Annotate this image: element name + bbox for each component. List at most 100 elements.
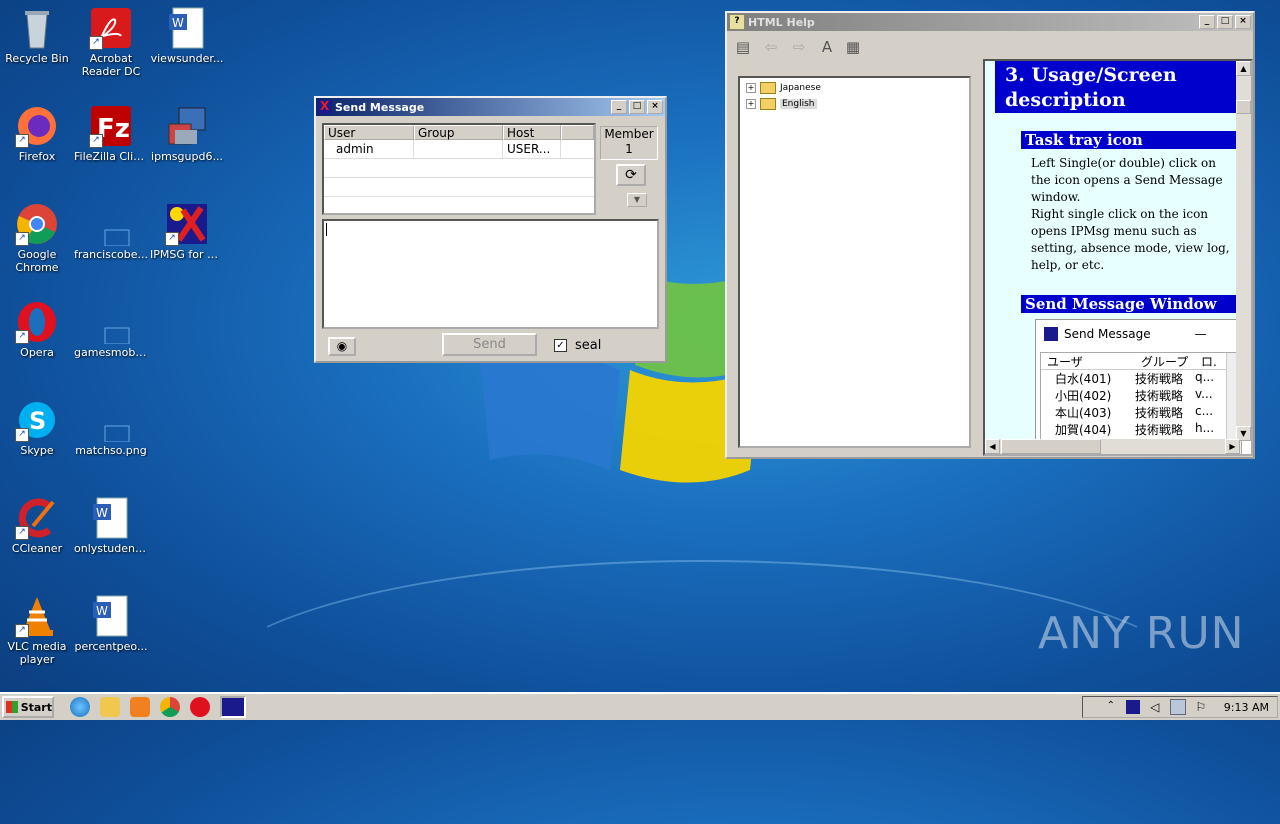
- shortcut-arrow-icon: ↗: [15, 232, 29, 246]
- desktop-icon-opera[interactable]: ↗ Opera: [0, 300, 74, 359]
- ccleaner-icon: ↗: [15, 496, 59, 540]
- acrobat-icon: ↗: [89, 6, 133, 50]
- maximize-button[interactable]: □: [1217, 15, 1233, 29]
- cell-host: USER...: [503, 140, 561, 158]
- chrome-icon[interactable]: [160, 697, 180, 717]
- tree-item-english[interactable]: + English: [740, 96, 969, 112]
- ipmsg-tray-icon[interactable]: [1125, 700, 1140, 714]
- hide-pane-icon[interactable]: ▤: [733, 38, 753, 56]
- horizontal-scrollbar[interactable]: ◀ ▶: [985, 439, 1240, 454]
- desktop-icon-ipmsg[interactable]: ↗ IPMSG for Win: [150, 202, 224, 261]
- embedded-header: ユーザ グループ ロ.: [1041, 353, 1241, 370]
- column-header-user[interactable]: User: [324, 125, 414, 140]
- desktop-icon-label: FileZilla Client: [74, 150, 148, 163]
- minimize-button[interactable]: _: [611, 100, 627, 114]
- embedded-cell: h...: [1195, 421, 1215, 435]
- seal-checkbox[interactable]: ✓ seal: [554, 338, 601, 353]
- html-help-titlebar[interactable]: ? HTML Help _ □ ×: [727, 13, 1253, 31]
- internet-explorer-icon[interactable]: [70, 697, 90, 717]
- scroll-thumb[interactable]: [1236, 100, 1251, 114]
- ipmsg-taskbar-button[interactable]: [220, 696, 246, 718]
- scroll-right-button[interactable]: ▶: [1225, 439, 1240, 454]
- topic-content[interactable]: 3. Usage/Screen description Task tray ic…: [983, 59, 1253, 456]
- folder-icon: [760, 98, 776, 110]
- expand-plus-icon[interactable]: +: [746, 99, 756, 109]
- scroll-up-button[interactable]: ▲: [1236, 61, 1251, 76]
- tree-item-japanese[interactable]: + Japanese: [740, 80, 969, 96]
- contents-tree[interactable]: + Japanese + English: [738, 76, 971, 448]
- start-label: Start: [20, 700, 52, 714]
- send-message-window[interactable]: X Send Message _ □ × User Group Host adm…: [314, 96, 667, 363]
- desktop-icon-onlystudent[interactable]: W onlystudent...: [74, 496, 148, 555]
- desktop-icon-vlc[interactable]: ↗ VLC media player: [0, 594, 74, 666]
- desktop-icon-firefox[interactable]: ↗ Firefox: [0, 104, 74, 163]
- desktop-icon-chrome[interactable]: ↗ Google Chrome: [0, 202, 74, 274]
- embedded-cell: 技術戦略: [1135, 423, 1184, 437]
- clock[interactable]: 9:13 AM: [1224, 701, 1269, 714]
- desktop-icon-gamesmobil[interactable]: gamesmobil...: [74, 300, 148, 359]
- svg-text:S: S: [29, 407, 46, 435]
- desktop-icon-skype[interactable]: S ↗ Skype: [0, 398, 74, 457]
- column-header-group[interactable]: Group: [414, 125, 503, 140]
- user-list[interactable]: User Group Host admin USER...: [322, 123, 596, 215]
- watermark-text: ANY RUN: [1038, 608, 1245, 659]
- desktop-icon-filezilla[interactable]: Fz ↗ FileZilla Client: [74, 104, 148, 163]
- desktop-icon-label: Acrobat Reader DC: [81, 52, 141, 78]
- forward-arrow-icon[interactable]: ⇨: [789, 38, 809, 56]
- column-header-host[interactable]: Host: [503, 125, 561, 140]
- capture-button[interactable]: ◉: [328, 337, 356, 356]
- volume-icon[interactable]: ◁: [1148, 700, 1162, 714]
- embedded-row: 本山(403) 技術戦略 c...: [1041, 404, 1241, 421]
- send-button[interactable]: Send: [442, 333, 537, 356]
- close-button[interactable]: ×: [1235, 15, 1251, 29]
- desktop-icon-recycle-bin[interactable]: Recycle Bin: [0, 6, 74, 65]
- html-help-window[interactable]: ? HTML Help _ □ × ▤ ⇦ ⇨ A ▦ + Japanese +…: [725, 11, 1255, 459]
- back-arrow-icon[interactable]: ⇦: [761, 38, 781, 56]
- desktop-icon-label: Skype: [20, 444, 54, 457]
- blank-file-icon: [89, 398, 133, 443]
- embedded-cell: c...: [1195, 404, 1214, 418]
- media-player-icon[interactable]: [130, 697, 150, 717]
- file-explorer-icon[interactable]: [100, 697, 120, 717]
- vertical-scrollbar[interactable]: ▲ ▼: [1236, 61, 1251, 441]
- maximize-button[interactable]: □: [629, 100, 645, 114]
- section-heading-task-tray: Task tray icon: [1021, 131, 1241, 149]
- desktop-icon-acrobat[interactable]: ↗ Acrobat Reader DC: [74, 6, 148, 78]
- svg-text:W: W: [172, 16, 184, 30]
- close-button[interactable]: ×: [647, 100, 663, 114]
- desktop-icon-ccleaner[interactable]: ↗ CCleaner: [0, 496, 74, 555]
- send-message-titlebar[interactable]: X Send Message _ □ ×: [316, 98, 665, 116]
- desktop-icon-percentpeo[interactable]: W percentpeo...: [74, 594, 148, 653]
- desktop-icon-franciscobe[interactable]: franciscobe...: [74, 202, 148, 261]
- opera-icon[interactable]: [190, 697, 210, 717]
- expand-plus-icon[interactable]: +: [746, 83, 756, 93]
- flag-icon[interactable]: ⚐: [1194, 700, 1208, 714]
- refresh-button[interactable]: ⟳: [616, 164, 646, 186]
- desktop-icon-label: Firefox: [18, 150, 56, 163]
- desktop-icon-ipmsgupd[interactable]: ipmsgupd6...: [150, 104, 224, 163]
- options-icon[interactable]: ▦: [843, 38, 863, 56]
- window-title: Send Message: [335, 100, 425, 114]
- message-textarea[interactable]: [322, 219, 659, 329]
- filezilla-icon: Fz ↗: [89, 104, 133, 148]
- scroll-left-button[interactable]: ◀: [985, 439, 1000, 454]
- dropdown-toggle-button[interactable]: ▼: [627, 193, 647, 207]
- embedded-titlebar: Send Message — □: [1036, 320, 1251, 348]
- desktop-icon-matchso[interactable]: matchso.png: [74, 398, 148, 457]
- desktop-icon-viewsunder[interactable]: W viewsunder...: [150, 6, 224, 65]
- table-row[interactable]: admin USER...: [324, 140, 594, 159]
- embedded-cell: q...: [1195, 370, 1215, 384]
- show-hidden-icons-icon[interactable]: ⌃: [1104, 700, 1118, 714]
- font-size-icon[interactable]: A: [817, 38, 837, 56]
- scroll-thumb[interactable]: [1001, 439, 1101, 454]
- vlc-icon: ↗: [15, 594, 59, 638]
- embedded-cell: 技術戦略: [1135, 406, 1184, 420]
- minimize-button[interactable]: _: [1199, 15, 1215, 29]
- camera-icon: ◉: [336, 339, 348, 353]
- start-button[interactable]: Start: [2, 696, 54, 718]
- member-count: 1: [625, 142, 633, 156]
- desktop-icon-label: Opera: [20, 346, 54, 359]
- embedded-row: 加賀(404) 技術戦略 h...: [1041, 421, 1241, 438]
- network-icon[interactable]: [1169, 699, 1186, 715]
- desktop-icon-label: VLC media player: [7, 640, 67, 666]
